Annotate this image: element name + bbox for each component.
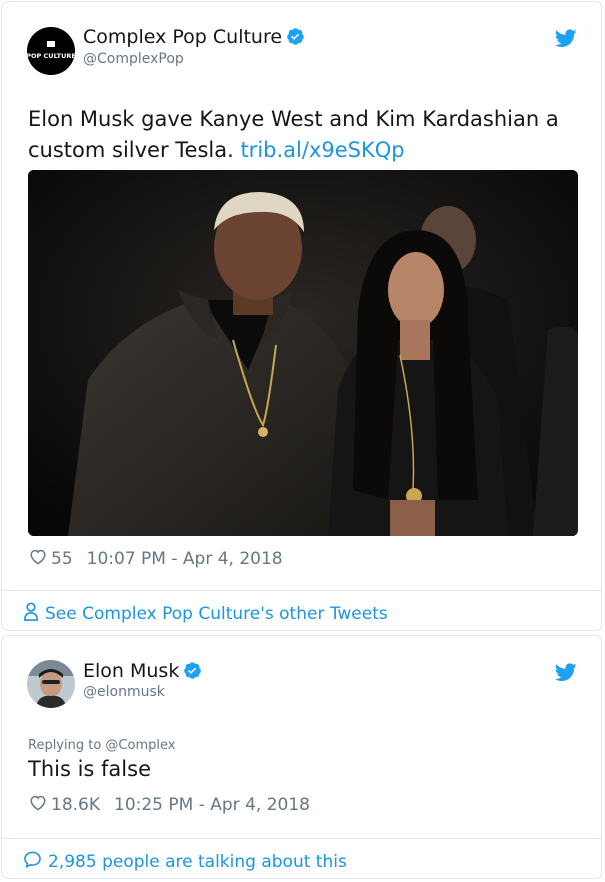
conversation-link[interactable]: 2,985 people are talking about this	[23, 850, 347, 874]
like-count[interactable]: 18.6K	[51, 795, 100, 815]
elon-avatar-image	[27, 660, 75, 708]
footer-divider	[2, 838, 601, 839]
photo-kanye-kim-image	[28, 170, 578, 536]
tweet-text: This is false	[28, 757, 151, 781]
speech-bubble-icon	[23, 850, 42, 874]
author-handle[interactable]: @ComplexPop	[83, 51, 184, 67]
tweet-card-complex: POP CULTURE Complex Pop Culture @Complex…	[1, 1, 602, 631]
replying-to[interactable]: Replying to @Complex	[28, 738, 175, 753]
other-tweets-label[interactable]: See Complex Pop Culture's other Tweets	[45, 604, 388, 624]
other-tweets-link[interactable]: See Complex Pop Culture's other Tweets	[23, 602, 388, 626]
complex-logo-icon: POP CULTURE	[27, 27, 75, 75]
twitter-bird-icon[interactable]	[554, 29, 577, 52]
verified-badge-icon	[286, 27, 305, 51]
author-handle[interactable]: @elonmusk	[83, 684, 165, 700]
twitter-bird-icon[interactable]	[554, 663, 577, 686]
avatar-complex[interactable]: POP CULTURE	[27, 27, 75, 75]
person-icon	[23, 602, 39, 626]
heart-icon[interactable]	[29, 548, 47, 570]
author-name[interactable]: Complex Pop Culture	[83, 26, 305, 51]
avatar-logo-text: POP CULTURE	[27, 52, 75, 60]
avatar-elon[interactable]	[27, 660, 75, 708]
like-count[interactable]: 55	[51, 549, 73, 569]
heart-icon[interactable]	[29, 794, 47, 816]
conversation-label[interactable]: 2,985 people are talking about this	[48, 852, 347, 872]
footer-divider	[2, 590, 601, 591]
tweet-photo[interactable]	[28, 170, 578, 536]
author-name-text[interactable]: Complex Pop Culture	[83, 26, 282, 48]
tweet-card-elon: Elon Musk @elonmusk Replying to @Complex…	[1, 635, 602, 879]
tweet-link[interactable]: trib.al/x9eSKQp	[240, 138, 404, 162]
tweet-timestamp[interactable]: 10:07 PM - Apr 4, 2018	[87, 549, 283, 569]
verified-badge-icon	[183, 661, 202, 685]
tweet-text: Elon Musk gave Kanye West and Kim Kardas…	[28, 104, 576, 166]
tweet-meta: 18.6K 10:25 PM - Apr 4, 2018	[29, 794, 310, 816]
author-name[interactable]: Elon Musk	[83, 660, 202, 685]
author-name-text[interactable]: Elon Musk	[83, 660, 179, 682]
tweet-timestamp[interactable]: 10:25 PM - Apr 4, 2018	[114, 795, 310, 815]
tweet-meta: 55 10:07 PM - Apr 4, 2018	[29, 548, 283, 570]
